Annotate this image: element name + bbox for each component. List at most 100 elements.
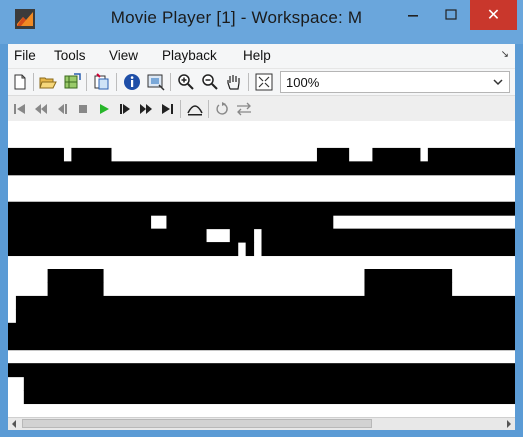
step-back-button[interactable] (52, 99, 72, 119)
frame-pixel-run (8, 363, 515, 378)
movie-frame-image (8, 147, 515, 405)
chevron-down-icon (493, 79, 503, 86)
minimize-button[interactable] (394, 0, 432, 30)
frame-pixel-run (8, 322, 515, 337)
horizontal-scrollbar[interactable] (8, 417, 515, 430)
frame-pixel-run (8, 201, 515, 216)
zoom-level-select[interactable]: 100% (280, 71, 510, 93)
close-button[interactable]: ✕ (470, 0, 517, 30)
menu-playback[interactable]: Playback (162, 48, 217, 63)
scroll-thumb[interactable] (22, 419, 372, 428)
repeat-button[interactable] (213, 99, 233, 119)
toolbar-separator (33, 73, 34, 91)
chevron-right-icon (507, 420, 511, 428)
frame-pixel-run (427, 147, 515, 162)
stop-button[interactable] (73, 99, 93, 119)
main-toolbar: 100% (8, 68, 515, 95)
open-icon (39, 77, 57, 89)
dock-arrow-icon[interactable]: ↘ (501, 49, 509, 60)
export-icon (64, 73, 81, 89)
zoom-out-icon (202, 74, 218, 90)
fast-forward-icon (140, 104, 152, 114)
zoom-level-value: 100% (286, 75, 320, 90)
movie-player-window: Movie Player [1] - Workspace: M ✕ File T… (0, 0, 523, 437)
frame-pixel-run (8, 336, 515, 351)
frame-pixel-run (8, 161, 515, 176)
copy-figure-button[interactable] (92, 72, 112, 92)
maximize-button[interactable] (432, 0, 470, 30)
pan-hand-icon (227, 75, 240, 90)
zoom-in-icon (178, 74, 194, 90)
close-icon: ✕ (486, 7, 501, 24)
play-button[interactable] (94, 99, 114, 119)
zoom-in-button[interactable] (176, 72, 196, 92)
fit-to-window-button[interactable] (254, 72, 274, 92)
frame-pixel-run (47, 269, 104, 283)
toolbar-separator (208, 100, 209, 118)
frame-pixel-run (245, 242, 255, 257)
frame-pixel-run (8, 215, 152, 230)
menu-file[interactable]: File (14, 48, 36, 63)
frame-pixel-run (8, 242, 239, 257)
new-figure-icon (14, 74, 26, 90)
frame-pixel-run (261, 242, 515, 257)
frame-pixel-run (364, 282, 453, 297)
minimize-icon (408, 15, 418, 17)
stop-icon (79, 105, 87, 113)
step-forward-button[interactable] (115, 99, 135, 119)
menu-view[interactable]: View (109, 48, 138, 63)
frame-pixel-run (261, 228, 515, 243)
rewind-button[interactable] (31, 99, 51, 119)
fast-forward-button[interactable] (136, 99, 156, 119)
frame-pixel-run (364, 269, 453, 283)
frame-pixel-run (8, 228, 207, 243)
zoom-out-button[interactable] (200, 72, 220, 92)
forward-backward-icon (237, 102, 251, 116)
repeat-icon (216, 102, 228, 115)
new-figure-button[interactable] (10, 72, 30, 92)
open-button[interactable] (38, 72, 58, 92)
frame-pixel-run (15, 295, 515, 310)
frame-pixel-run (71, 147, 112, 162)
frame-pixel-run (23, 376, 515, 391)
frame-pixel-run (166, 215, 334, 230)
step-back-icon (58, 104, 67, 114)
client-area: File Tools View Playback Help ↘ 100% (8, 44, 515, 430)
maximize-icon (445, 9, 457, 20)
toolbar-separator (170, 73, 171, 91)
scroll-left-arrow[interactable] (8, 418, 20, 430)
goto-last-icon (162, 104, 173, 114)
frame-pixel-run (47, 282, 104, 297)
frame-pixel-run (8, 147, 64, 162)
playback-toolbar (8, 95, 515, 122)
toolbar-separator (86, 73, 87, 91)
copy-figure-icon (94, 73, 109, 90)
title-bar[interactable]: Movie Player [1] - Workspace: M ✕ (0, 0, 523, 44)
rewind-icon (35, 104, 47, 114)
scroll-right-arrow[interactable] (503, 418, 515, 430)
export-button[interactable] (62, 72, 82, 92)
fit-to-window-icon (255, 73, 273, 91)
frame-pixel-run (15, 309, 515, 324)
menu-bar: File Tools View Playback Help ↘ (8, 44, 515, 68)
goto-last-button[interactable] (157, 99, 177, 119)
frame-pixel-run (23, 390, 515, 405)
menu-help[interactable]: Help (243, 48, 271, 63)
frame-pixel-run (372, 147, 421, 162)
chevron-left-icon (12, 420, 16, 428)
menu-tools[interactable]: Tools (54, 48, 86, 63)
info-icon (124, 74, 140, 90)
toolbar-separator (180, 100, 181, 118)
forward-backward-button[interactable] (234, 99, 254, 119)
info-button[interactable] (122, 72, 142, 92)
step-forward-icon (120, 104, 130, 114)
play-icon (100, 104, 109, 114)
goto-first-button[interactable] (10, 99, 30, 119)
pan-button[interactable] (224, 72, 244, 92)
frame-size-button[interactable] (146, 72, 166, 92)
frame-pixel-run (229, 228, 255, 243)
jump-to-button[interactable] (185, 99, 205, 119)
frame-pixel-run (316, 147, 350, 162)
frame-size-icon (147, 74, 165, 91)
movie-frame-display (8, 121, 515, 417)
